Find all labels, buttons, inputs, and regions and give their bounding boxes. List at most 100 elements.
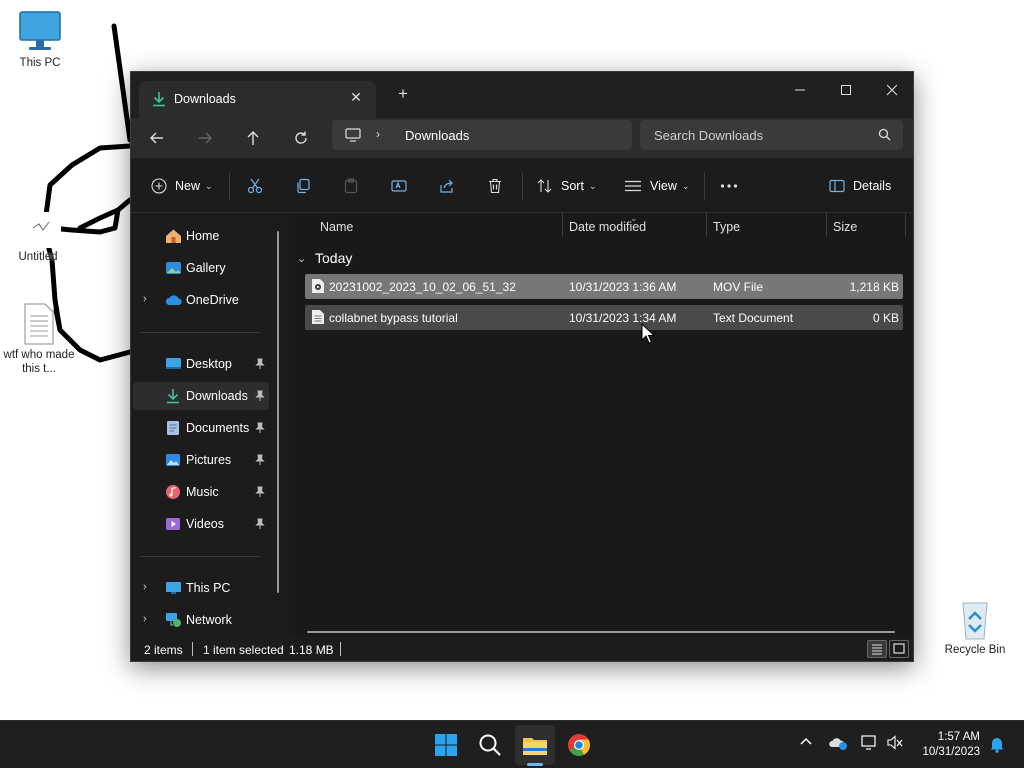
chevron-right-icon[interactable]: ›: [143, 613, 147, 625]
pin-icon[interactable]: [255, 390, 265, 402]
pin-icon[interactable]: [255, 486, 265, 498]
rename-button[interactable]: [391, 174, 407, 198]
arrow-up-icon: [247, 131, 259, 145]
nav-item-documents[interactable]: Documents: [133, 414, 269, 442]
chevron-right-icon: ›: [376, 127, 380, 141]
clock-date: 10/31/2023: [922, 746, 980, 758]
new-button[interactable]: New ⌄: [151, 174, 213, 198]
details-button[interactable]: Details: [829, 174, 891, 198]
recycle-bin-icon: [962, 602, 988, 640]
search-box[interactable]: [640, 120, 903, 150]
nav-item-videos[interactable]: Videos: [133, 510, 269, 538]
pin-icon[interactable]: [255, 454, 265, 466]
nav-item-gallery[interactable]: Gallery: [133, 254, 269, 282]
system-clock[interactable]: 1:57 AM 10/31/2023: [922, 730, 980, 760]
pin-icon[interactable]: [255, 422, 265, 434]
file-explorer-taskbar-button[interactable]: [515, 725, 555, 765]
minimize-button[interactable]: [777, 76, 823, 104]
onedrive-status-icon[interactable]: [829, 735, 849, 751]
nav-item-home[interactable]: Home: [133, 222, 269, 250]
nav-item-onedrive[interactable]: › OneDrive: [133, 286, 269, 314]
column-header-size[interactable]: Size: [833, 220, 857, 234]
desktop-icon-recycle-bin[interactable]: Recycle Bin: [937, 597, 1013, 657]
group-label: Today: [315, 250, 353, 266]
file-explorer-window: Downloads ✕ + › Downloads Search Downloa…: [130, 71, 914, 662]
text-file-icon: [312, 310, 324, 324]
column-divider[interactable]: [562, 213, 563, 237]
close-button[interactable]: [869, 76, 913, 104]
back-button[interactable]: [143, 126, 171, 150]
nav-item-music[interactable]: Music: [133, 478, 269, 506]
column-header-type[interactable]: Type: [713, 220, 740, 234]
chrome-icon: [568, 734, 590, 756]
delete-button[interactable]: [487, 174, 503, 198]
share-icon: [440, 179, 453, 193]
search-icon: [878, 128, 891, 141]
notification-bell-icon[interactable]: [989, 735, 1005, 753]
tiles-view-icon: [893, 643, 905, 654]
nav-scrollbar[interactable]: [277, 231, 279, 593]
chevron-up-icon[interactable]: [799, 735, 813, 747]
chevron-right-icon[interactable]: ›: [143, 581, 147, 593]
search-input[interactable]: [640, 120, 870, 150]
pin-icon[interactable]: [255, 358, 265, 370]
file-row[interactable]: 20231002_2023_10_02_06_51_32 10/31/2023 …: [305, 274, 903, 299]
nav-item-downloads[interactable]: Downloads: [133, 382, 269, 410]
search-button[interactable]: [470, 725, 510, 765]
close-tab-icon[interactable]: ✕: [348, 89, 364, 105]
search-icon: [479, 734, 501, 756]
nav-item-pictures[interactable]: Pictures: [133, 446, 269, 474]
maximize-button[interactable]: [823, 76, 869, 104]
paste-button[interactable]: [343, 174, 359, 198]
view-lines-icon: [625, 180, 641, 192]
maximize-icon: [841, 85, 851, 95]
close-icon: [886, 84, 898, 96]
column-header-date[interactable]: Date modified: [569, 220, 646, 234]
file-name: collabnet bypass tutorial: [329, 311, 458, 325]
nav-item-this-pc[interactable]: › This PC: [133, 574, 269, 602]
view-button[interactable]: View ⌄: [624, 174, 689, 198]
chrome-taskbar-button[interactable]: [559, 725, 599, 765]
nav-item-network[interactable]: › Network: [133, 606, 269, 634]
share-button[interactable]: [439, 174, 455, 198]
breadcrumb-downloads[interactable]: Downloads: [405, 128, 469, 143]
desktop-folder-icon: [166, 358, 181, 369]
file-row[interactable]: collabnet bypass tutorial 10/31/2023 1:3…: [305, 305, 903, 330]
volume-muted-icon[interactable]: [887, 735, 905, 751]
horizontal-scrollbar[interactable]: [307, 631, 895, 633]
tab-downloads[interactable]: Downloads ✕: [139, 81, 376, 118]
details-view-button[interactable]: [867, 640, 887, 658]
forward-button[interactable]: [191, 126, 219, 150]
nav-item-desktop[interactable]: Desktop: [133, 350, 269, 378]
windows-logo-icon: [435, 734, 457, 756]
scissors-icon: [247, 178, 263, 194]
column-divider[interactable]: [826, 213, 827, 237]
file-date: 10/31/2023 1:36 AM: [569, 280, 677, 294]
column-divider[interactable]: [706, 213, 707, 237]
more-options-button[interactable]: [720, 174, 738, 198]
new-tab-button[interactable]: +: [393, 84, 413, 104]
column-header-name[interactable]: Name: [320, 220, 353, 234]
cut-button[interactable]: [247, 174, 263, 198]
desktop-icon-untitled[interactable]: Untitled: [0, 212, 76, 264]
start-button[interactable]: [426, 725, 466, 765]
network-icon[interactable]: [861, 735, 879, 751]
desktop-icon-text-file[interactable]: wtf who made this t...: [1, 302, 77, 376]
text-file-icon: [24, 303, 54, 345]
nav-label: OneDrive: [186, 293, 239, 307]
pin-icon[interactable]: [255, 518, 265, 530]
group-header-today[interactable]: ⌄ Today: [297, 250, 352, 266]
copy-button[interactable]: [295, 174, 311, 198]
arrow-left-icon: [150, 132, 163, 144]
address-bar[interactable]: › Downloads: [332, 120, 632, 150]
sort-button[interactable]: Sort ⌄: [537, 174, 596, 198]
chevron-right-icon[interactable]: ›: [143, 293, 147, 305]
up-button[interactable]: [239, 126, 267, 150]
refresh-button[interactable]: [287, 126, 315, 150]
tiles-view-button[interactable]: [889, 640, 909, 658]
desktop-icon-label: Recycle Bin: [944, 644, 1006, 656]
more-icon: [720, 184, 738, 188]
desktop-icon-this-pc[interactable]: This PC: [2, 10, 78, 70]
nav-label: Downloads: [186, 389, 248, 403]
column-divider[interactable]: [905, 213, 906, 237]
